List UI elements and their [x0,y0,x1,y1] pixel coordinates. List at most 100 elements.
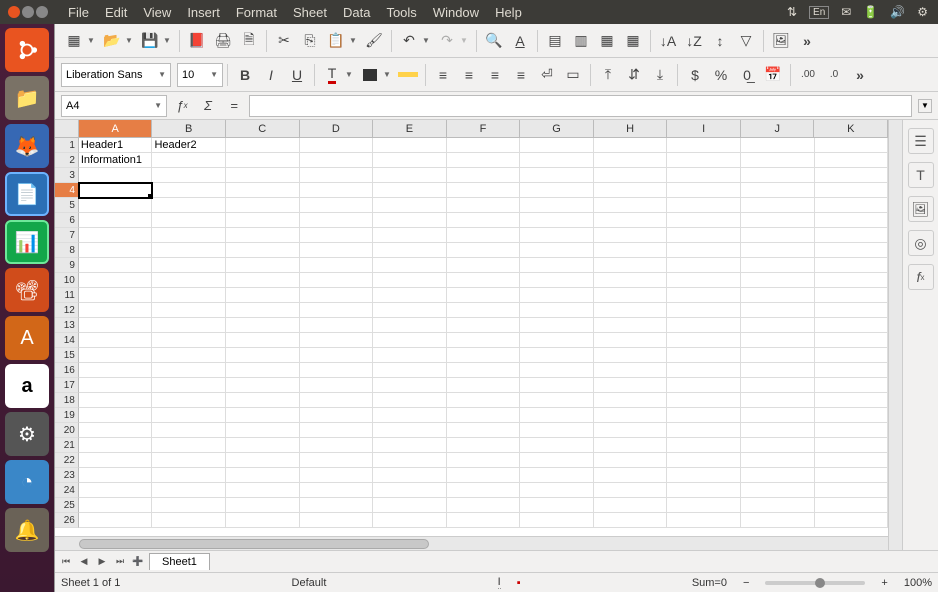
cell-J12[interactable] [741,303,815,318]
launcher-writer[interactable]: 📄 [5,172,49,216]
cell-J17[interactable] [741,378,815,393]
cell-H24[interactable] [594,483,668,498]
row-header-5[interactable]: 5 [55,198,79,213]
cell-B24[interactable] [152,483,226,498]
cell-J6[interactable] [741,213,815,228]
cell-H10[interactable] [594,273,668,288]
cell-E21[interactable] [373,438,447,453]
network-icon[interactable]: ⇅ [787,5,797,19]
cell-E7[interactable] [373,228,447,243]
cell-F2[interactable] [447,153,521,168]
cell-H11[interactable] [594,288,668,303]
column-header-I[interactable]: I [667,120,741,137]
cell-E8[interactable] [373,243,447,258]
cell-H5[interactable] [594,198,668,213]
cell-G8[interactable] [520,243,594,258]
cell-J26[interactable] [741,513,815,528]
row-header-17[interactable]: 17 [55,378,79,393]
cell-D10[interactable] [300,273,374,288]
window-close-button[interactable] [8,6,20,18]
cell-F12[interactable] [447,303,521,318]
cell-E22[interactable] [373,453,447,468]
cell-J18[interactable] [741,393,815,408]
cell-E10[interactable] [373,273,447,288]
row-header-8[interactable]: 8 [55,243,79,258]
cell-F3[interactable] [447,168,521,183]
sidebar-gallery-button[interactable]: 🖼 [908,196,934,222]
sidebar-functions-button[interactable]: fx [908,264,934,290]
cell-G25[interactable] [520,498,594,513]
zoom-out-button[interactable]: − [743,577,749,589]
launcher-settings[interactable]: ⚙ [5,412,49,456]
launcher-dash[interactable] [5,28,49,72]
cell-H22[interactable] [594,453,668,468]
cell-B22[interactable] [152,453,226,468]
cell-B15[interactable] [152,348,226,363]
cell-D3[interactable] [300,168,374,183]
cell-B2[interactable] [152,153,226,168]
row-header-6[interactable]: 6 [55,213,79,228]
cell-B6[interactable] [152,213,226,228]
cell-C13[interactable] [226,318,300,333]
cell-I10[interactable] [667,273,741,288]
cell-E17[interactable] [373,378,447,393]
sort-asc-button[interactable]: ↓A [655,28,681,54]
volume-icon[interactable]: 🔊 [890,5,905,19]
cell-B25[interactable] [152,498,226,513]
row-header-22[interactable]: 22 [55,453,79,468]
cell-E18[interactable] [373,393,447,408]
cell-D24[interactable] [300,483,374,498]
row-header-1[interactable]: 1 [55,138,79,153]
cell-E5[interactable] [373,198,447,213]
keyboard-lang[interactable]: En [809,6,829,19]
cell-J23[interactable] [741,468,815,483]
cell-D19[interactable] [300,408,374,423]
cell-A16[interactable] [79,363,153,378]
cell-F19[interactable] [447,408,521,423]
cell-A3[interactable] [79,168,153,183]
column-button[interactable]: ▥ [568,28,594,54]
cell-B11[interactable] [152,288,226,303]
export-pdf-button[interactable]: 📕 [184,28,210,54]
equals-button[interactable]: = [223,95,245,117]
cell-B23[interactable] [152,468,226,483]
cell-G1[interactable] [520,138,594,153]
cell-E20[interactable] [373,423,447,438]
cell-C4[interactable] [226,183,300,198]
cell-I6[interactable] [667,213,741,228]
cell-H16[interactable] [594,363,668,378]
cell-E2[interactable] [373,153,447,168]
cell-C22[interactable] [226,453,300,468]
number-button[interactable]: 0̲ [734,62,760,88]
cell-H17[interactable] [594,378,668,393]
row-header-16[interactable]: 16 [55,363,79,378]
cell-I22[interactable] [667,453,741,468]
cell-C21[interactable] [226,438,300,453]
row-button[interactable]: ▤ [542,28,568,54]
cell-B12[interactable] [152,303,226,318]
cell-F17[interactable] [447,378,521,393]
cell-I9[interactable] [667,258,741,273]
cell-K16[interactable] [815,363,889,378]
cell-B3[interactable] [152,168,226,183]
cell-F6[interactable] [447,213,521,228]
menu-help[interactable]: Help [487,5,530,20]
cell-J5[interactable] [741,198,815,213]
cell-I17[interactable] [667,378,741,393]
cell-J21[interactable] [741,438,815,453]
sidebar-styles-button[interactable]: T [908,162,934,188]
cell-H19[interactable] [594,408,668,423]
row-header-15[interactable]: 15 [55,348,79,363]
function-wizard-button[interactable]: ƒx [171,95,193,117]
cell-B18[interactable] [152,393,226,408]
cell-B17[interactable] [152,378,226,393]
font-color-dropdown[interactable]: ▼ [345,70,353,79]
row-header-14[interactable]: 14 [55,333,79,348]
cell-B8[interactable] [152,243,226,258]
cell-E12[interactable] [373,303,447,318]
cell-F14[interactable] [447,333,521,348]
tab-next-button[interactable]: ▶ [95,555,109,569]
cell-I3[interactable] [667,168,741,183]
cell-D4[interactable] [300,183,374,198]
cell-A20[interactable] [79,423,153,438]
